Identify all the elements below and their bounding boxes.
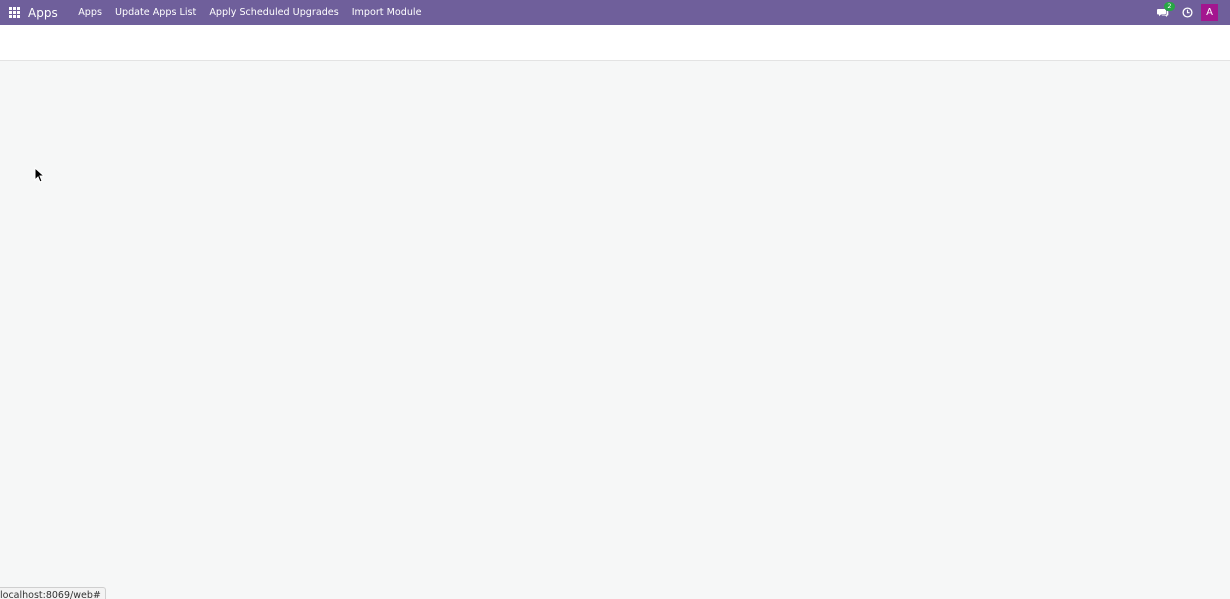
messages-count-badge: 2 bbox=[1164, 2, 1175, 11]
status-bar-url: localhost:8069/web# bbox=[0, 587, 106, 599]
app-brand[interactable]: Apps bbox=[28, 6, 72, 20]
activities-button[interactable] bbox=[1175, 0, 1199, 25]
messages-button[interactable]: 2 bbox=[1151, 0, 1175, 25]
clock-icon bbox=[1181, 7, 1193, 18]
user-avatar[interactable]: A bbox=[1201, 4, 1218, 21]
top-navbar: Apps Apps Update Apps List Apply Schedul… bbox=[0, 0, 1230, 25]
main-content-area bbox=[0, 61, 1230, 598]
apps-menu-button[interactable] bbox=[0, 0, 28, 25]
menu-item-apps[interactable]: Apps bbox=[72, 0, 109, 25]
mouse-cursor-icon bbox=[34, 167, 44, 183]
control-panel bbox=[0, 25, 1230, 61]
grid-icon bbox=[8, 7, 20, 18]
menu-item-apply-scheduled-upgrades[interactable]: Apply Scheduled Upgrades bbox=[203, 0, 345, 25]
menu-item-import-module[interactable]: Import Module bbox=[345, 0, 428, 25]
systray: 2 A bbox=[1151, 0, 1230, 25]
menu-item-update-apps-list[interactable]: Update Apps List bbox=[108, 0, 202, 25]
